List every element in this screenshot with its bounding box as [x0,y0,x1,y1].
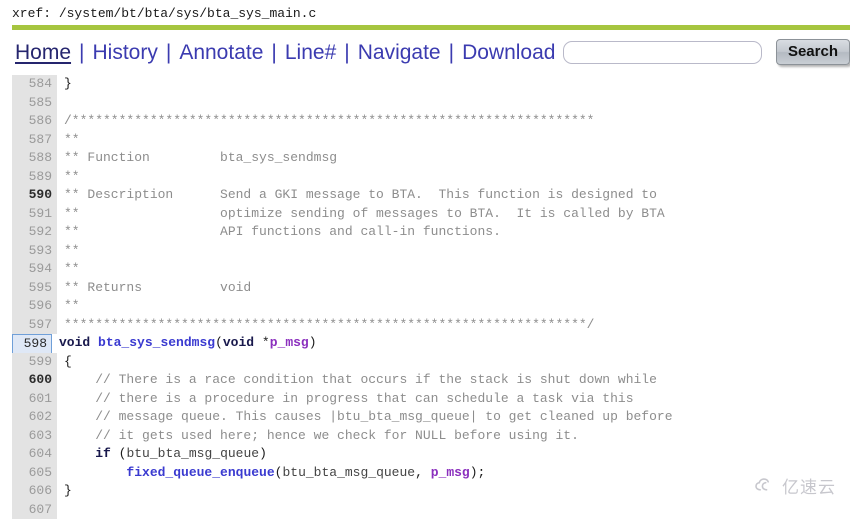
code-line: 603 // it gets used here; hence we check… [12,427,850,446]
code-line: 605 fixed_queue_enqueue(btu_bta_msg_queu… [12,464,850,483]
code-line: 593** [12,242,850,261]
code-line: 604 if (btu_bta_msg_queue) [12,445,850,464]
nav-link-annotate[interactable]: Annotate [178,42,264,63]
code-line: 585 [12,94,850,113]
code-line: 589** [12,168,850,187]
code-line: 595** Returns void [12,279,850,298]
line-number[interactable]: 598 [12,334,52,355]
code-line-text: fixed_queue_enqueue(btu_bta_msg_queue, p… [57,464,485,483]
nav-link-home[interactable]: Home [14,42,72,63]
nav-separator: | [72,42,91,63]
search-input[interactable] [563,41,761,64]
code-line-text: ** [57,297,80,316]
line-number[interactable]: 601 [12,390,57,409]
code-line: 598void bta_sys_sendmsg(void *p_msg) [12,334,850,353]
code-line-text: if (btu_bta_msg_queue) [57,445,267,464]
code-line: 600 // There is a race condition that oc… [12,371,850,390]
line-number[interactable]: 585 [12,94,57,113]
line-number[interactable]: 589 [12,168,57,187]
search-button[interactable]: Search [776,39,850,65]
nav-separator: | [159,42,178,63]
line-number[interactable]: 605 [12,464,57,483]
code-line-text: ** Returns void [57,279,251,298]
code-line-text: } [57,482,72,501]
line-number[interactable]: 597 [12,316,57,335]
line-number[interactable]: 590 [12,186,57,205]
code-line-text: // There is a race condition that occurs… [57,371,657,390]
code-line: 602 // message queue. This causes |btu_b… [12,408,850,427]
code-line: 596** [12,297,850,316]
line-number[interactable]: 588 [12,149,57,168]
code-line-text: ** [57,131,80,150]
code-line: 590** Description Send a GKI message to … [12,186,850,205]
navigation-bar: Home | History | Annotate | Line# | Navi… [0,30,850,75]
xref-file-path: /system/bt/bta/sys/bta_sys_main.c [59,6,316,21]
code-line-text: // it gets used here; hence we check for… [57,427,579,446]
nav-link-line-number[interactable]: Line# [284,42,337,63]
line-number[interactable]: 606 [12,482,57,501]
source-code-viewer: 584}585586/*****************************… [12,75,850,519]
line-number[interactable]: 596 [12,297,57,316]
code-line-text: } [57,75,72,94]
nav-separator: | [442,42,461,63]
line-number[interactable]: 603 [12,427,57,446]
line-number[interactable]: 592 [12,223,57,242]
nav-link-download[interactable]: Download [461,42,556,63]
code-line-text: // there is a procedure in progress that… [57,390,634,409]
code-line-text: ** [57,242,80,261]
code-line-text: ** [57,168,80,187]
code-line-text: ** optimize sending of messages to BTA. … [57,205,665,224]
code-line-text: ** [57,260,80,279]
code-line-text: void bta_sys_sendmsg(void *p_msg) [52,334,317,353]
code-line: 586/************************************… [12,112,850,131]
nav-separator: | [264,42,283,63]
line-number[interactable]: 595 [12,279,57,298]
line-number[interactable]: 594 [12,260,57,279]
xref-label: xref: [12,6,51,21]
code-line: 597*************************************… [12,316,850,335]
line-number[interactable]: 600 [12,371,57,390]
line-number[interactable]: 584 [12,75,57,94]
code-line: 584} [12,75,850,94]
code-line-text: // message queue. This causes |btu_bta_m… [57,408,673,427]
code-line: 606} [12,482,850,501]
code-line-text: ** Description Send a GKI message to BTA… [57,186,657,205]
code-line-text: { [57,353,72,372]
code-line: 592** API functions and call-in function… [12,223,850,242]
code-line: 601 // there is a procedure in progress … [12,390,850,409]
code-line: 594** [12,260,850,279]
code-line: 591** optimize sending of messages to BT… [12,205,850,224]
code-line-text: ** Function bta_sys_sendmsg [57,149,337,168]
line-number[interactable]: 604 [12,445,57,464]
code-line-text: ****************************************… [57,316,595,335]
code-line-text: ** API functions and call-in functions. [57,223,501,242]
line-number[interactable]: 587 [12,131,57,150]
code-line: 588** Function bta_sys_sendmsg [12,149,850,168]
line-number[interactable]: 593 [12,242,57,261]
xref-header: xref: /system/bt/bta/sys/bta_sys_main.c [0,0,850,25]
code-line: 587** [12,131,850,150]
code-line-text: /***************************************… [57,112,595,131]
nav-link-history[interactable]: History [92,42,159,63]
nav-link-navigate[interactable]: Navigate [357,42,442,63]
line-number[interactable]: 586 [12,112,57,131]
line-number[interactable]: 599 [12,353,57,372]
code-line: 599{ [12,353,850,372]
line-number[interactable]: 591 [12,205,57,224]
nav-separator: | [337,42,356,63]
line-number[interactable]: 602 [12,408,57,427]
